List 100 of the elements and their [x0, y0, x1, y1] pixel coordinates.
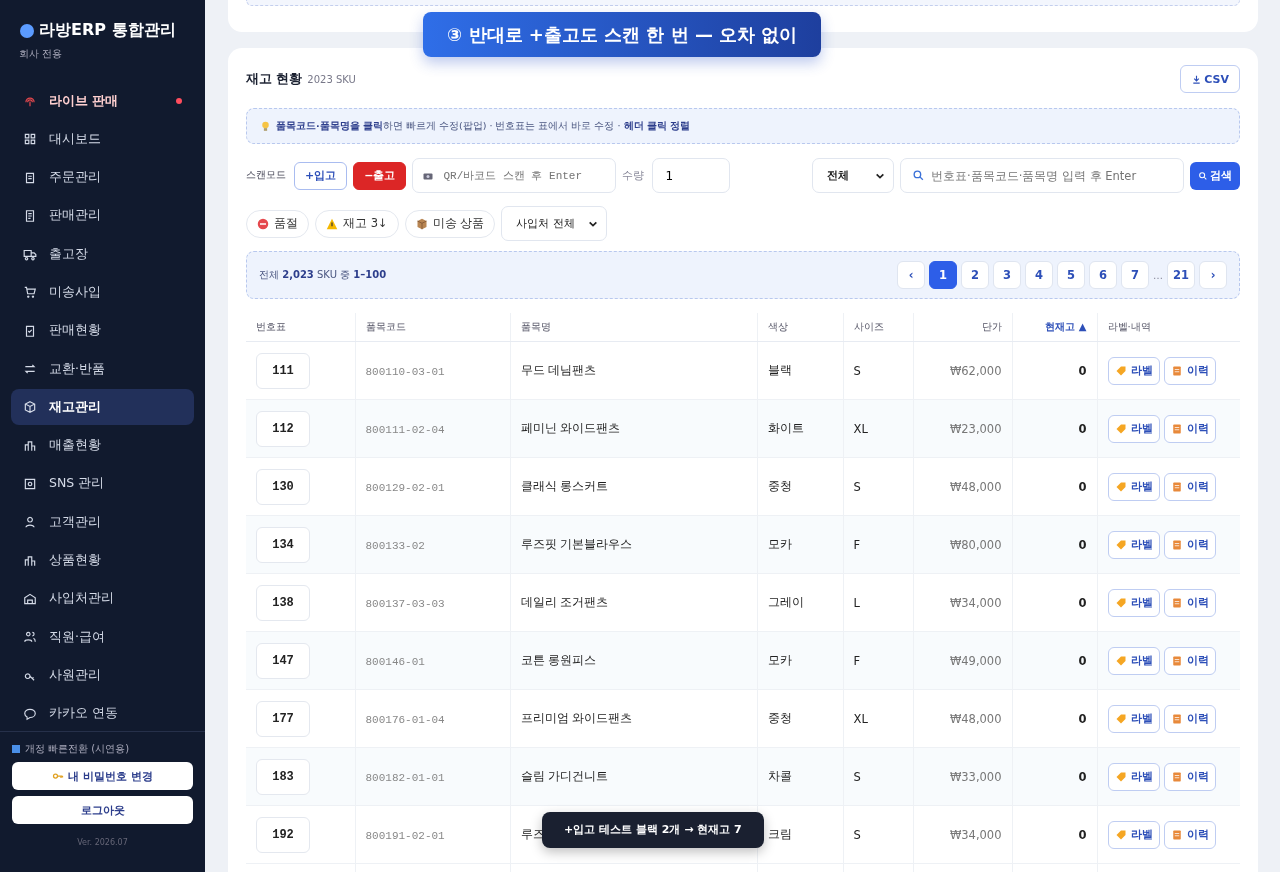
tag-icon [1114, 480, 1127, 493]
item-name[interactable]: 클래식 롱스커트 [520, 479, 609, 493]
item-name[interactable]: 코튼 롱원피스 [520, 653, 597, 667]
item-name[interactable]: 데일리 조거팬츠 [520, 595, 609, 609]
sidebar-item[interactable]: 사입처관리 [11, 580, 194, 617]
stock-out-button[interactable]: −출고 [353, 161, 407, 190]
item-code[interactable]: 800176-01-04 [365, 713, 445, 726]
search-button[interactable]: 검색 [1190, 161, 1240, 190]
sidebar-item[interactable]: 매출현황 [11, 427, 194, 464]
history-button[interactable]: 이력 [1163, 356, 1216, 385]
column-header[interactable]: 라벨·내역 [1107, 321, 1151, 332]
column-header[interactable]: 품목코드 [365, 321, 406, 332]
logout-button[interactable]: 로그아웃 [12, 796, 193, 824]
column-header[interactable]: 품목명 [520, 321, 551, 332]
label-button[interactable]: 라벨 [1107, 704, 1160, 733]
ticket-number[interactable]: 134 [256, 526, 310, 563]
page-button[interactable]: 3 [993, 261, 1021, 289]
page-button[interactable]: 6 [1089, 261, 1117, 289]
sidebar-item[interactable]: 판매관리 [11, 197, 194, 234]
history-button[interactable]: 이력 [1163, 820, 1216, 849]
ticket-number[interactable]: 111 [256, 352, 310, 389]
ticket-number[interactable]: 177 [256, 700, 310, 737]
scan-field[interactable]: QR/바코드 스캔 후 Enter [412, 158, 617, 193]
history-button[interactable]: 이력 [1163, 414, 1216, 443]
label-button[interactable]: 라벨 [1107, 414, 1160, 443]
label-button[interactable]: 라벨 [1107, 530, 1160, 559]
sidebar-item[interactable]: 주문관리 [11, 159, 194, 196]
sidebar-item[interactable]: 교환·반품 [11, 351, 194, 388]
page-button[interactable]: 7 [1121, 261, 1149, 289]
sidebar-item[interactable]: 대시보드 [11, 121, 194, 158]
sidebar-item[interactable]: 사원관리 [11, 657, 194, 694]
page-arrow-button[interactable]: ‹ [897, 261, 925, 289]
history-button[interactable]: 이력 [1163, 646, 1216, 675]
ticket-number[interactable]: 183 [256, 758, 310, 795]
item-name[interactable]: 루즈핏 기본블라우스 [520, 537, 633, 551]
label-button[interactable]: 라벨 [1107, 820, 1160, 849]
column-header[interactable]: 번호표 [256, 321, 286, 332]
column-header[interactable]: 단가 [981, 321, 1002, 332]
price-cell: ₩62,000 [949, 363, 1002, 378]
page-button[interactable]: 21 [1167, 261, 1195, 289]
column-header[interactable]: 현재고 ▲ [1045, 321, 1087, 332]
csv-button[interactable]: CSV [1180, 65, 1240, 93]
history-button[interactable]: 이력 [1163, 762, 1216, 791]
page-button[interactable]: 5 [1057, 261, 1085, 289]
item-code[interactable]: 800110-03-01 [365, 365, 445, 378]
ticket-number[interactable]: 192 [256, 816, 310, 853]
history-button[interactable]: 이력 [1163, 704, 1216, 733]
item-name[interactable]: 슬림 가디건니트 [520, 769, 609, 783]
sidebar-item[interactable]: SNS 관리 [11, 465, 194, 502]
scroll-icon [1170, 596, 1183, 609]
history-button[interactable]: 이력 [1163, 472, 1216, 501]
label-button[interactable]: 라벨 [1107, 588, 1160, 617]
change-password-button[interactable]: 내 비밀번호 변경 [12, 762, 193, 790]
sidebar-item[interactable]: 미송사입 [11, 274, 194, 311]
sidebar-item[interactable]: 상품현황 [11, 542, 194, 579]
ticket-number[interactable]: 147 [256, 642, 310, 679]
column-header[interactable]: 색상 [767, 321, 788, 332]
history-button[interactable]: 이력 [1163, 530, 1216, 559]
item-code[interactable]: 800191-02-01 [365, 829, 445, 842]
search-field[interactable]: 번호표·품목코드·품목명 입력 후 Enter [900, 158, 1184, 193]
item-code[interactable]: 800137-03-03 [365, 597, 445, 610]
page-button[interactable]: 1 [929, 261, 957, 289]
price-cell: ₩34,000 [949, 595, 1002, 610]
label-button[interactable]: 라벨 [1107, 472, 1160, 501]
item-code[interactable]: 800133-02 [365, 539, 425, 552]
item-code[interactable]: 800182-01-01 [365, 771, 445, 784]
ticket-number[interactable]: 130 [256, 468, 310, 505]
sidebar-item[interactable]: 고객관리 [11, 504, 194, 541]
page-button[interactable]: 4 [1025, 261, 1053, 289]
label-button[interactable]: 라벨 [1107, 762, 1160, 791]
menu-item-icon [23, 323, 37, 338]
label-button[interactable]: 라벨 [1107, 646, 1160, 675]
item-name[interactable]: 루즈 [520, 827, 545, 841]
sidebar-item[interactable]: 판매현황 [11, 312, 194, 349]
live-dot [176, 98, 182, 104]
item-name[interactable]: 페미닌 와이드팬츠 [520, 421, 621, 435]
ticket-number[interactable]: 112 [256, 410, 310, 447]
item-code[interactable]: 800111-02-04 [365, 423, 445, 436]
label-button[interactable]: 라벨 [1107, 356, 1160, 385]
sidebar-item[interactable]: 출고장 [11, 236, 194, 273]
item-code[interactable]: 800129-02-01 [365, 481, 445, 494]
page-arrow-button[interactable]: › [1199, 261, 1227, 289]
filter-chip[interactable]: 품절 [246, 209, 309, 238]
ticket-number[interactable]: 138 [256, 584, 310, 621]
quantity-field[interactable]: 1 [652, 158, 731, 193]
column-header[interactable]: 사이즈 [853, 321, 884, 332]
sidebar-item[interactable]: 직원·급여 [11, 619, 194, 656]
filter-chip[interactable]: 재고 3↓ [315, 209, 399, 238]
sidebar-item[interactable]: 재고관리 [11, 389, 194, 426]
item-code[interactable]: 800146-01 [365, 655, 425, 668]
stock-in-button[interactable]: +입고 [294, 161, 348, 190]
page-button[interactable]: 2 [961, 261, 989, 289]
filter-select[interactable]: 전체 [812, 158, 894, 193]
sidebar-item[interactable]: 카카오 연동 [11, 695, 194, 731]
filter-chip[interactable]: 미송 상품 [404, 209, 496, 238]
supplier-select[interactable]: 사입처 전체 [501, 206, 608, 241]
item-name[interactable]: 무드 데님팬츠 [520, 363, 597, 377]
sidebar-item[interactable]: 라이브 판매 [11, 83, 194, 119]
item-name[interactable]: 프리미엄 와이드팬츠 [520, 711, 633, 725]
history-button[interactable]: 이력 [1163, 588, 1216, 617]
